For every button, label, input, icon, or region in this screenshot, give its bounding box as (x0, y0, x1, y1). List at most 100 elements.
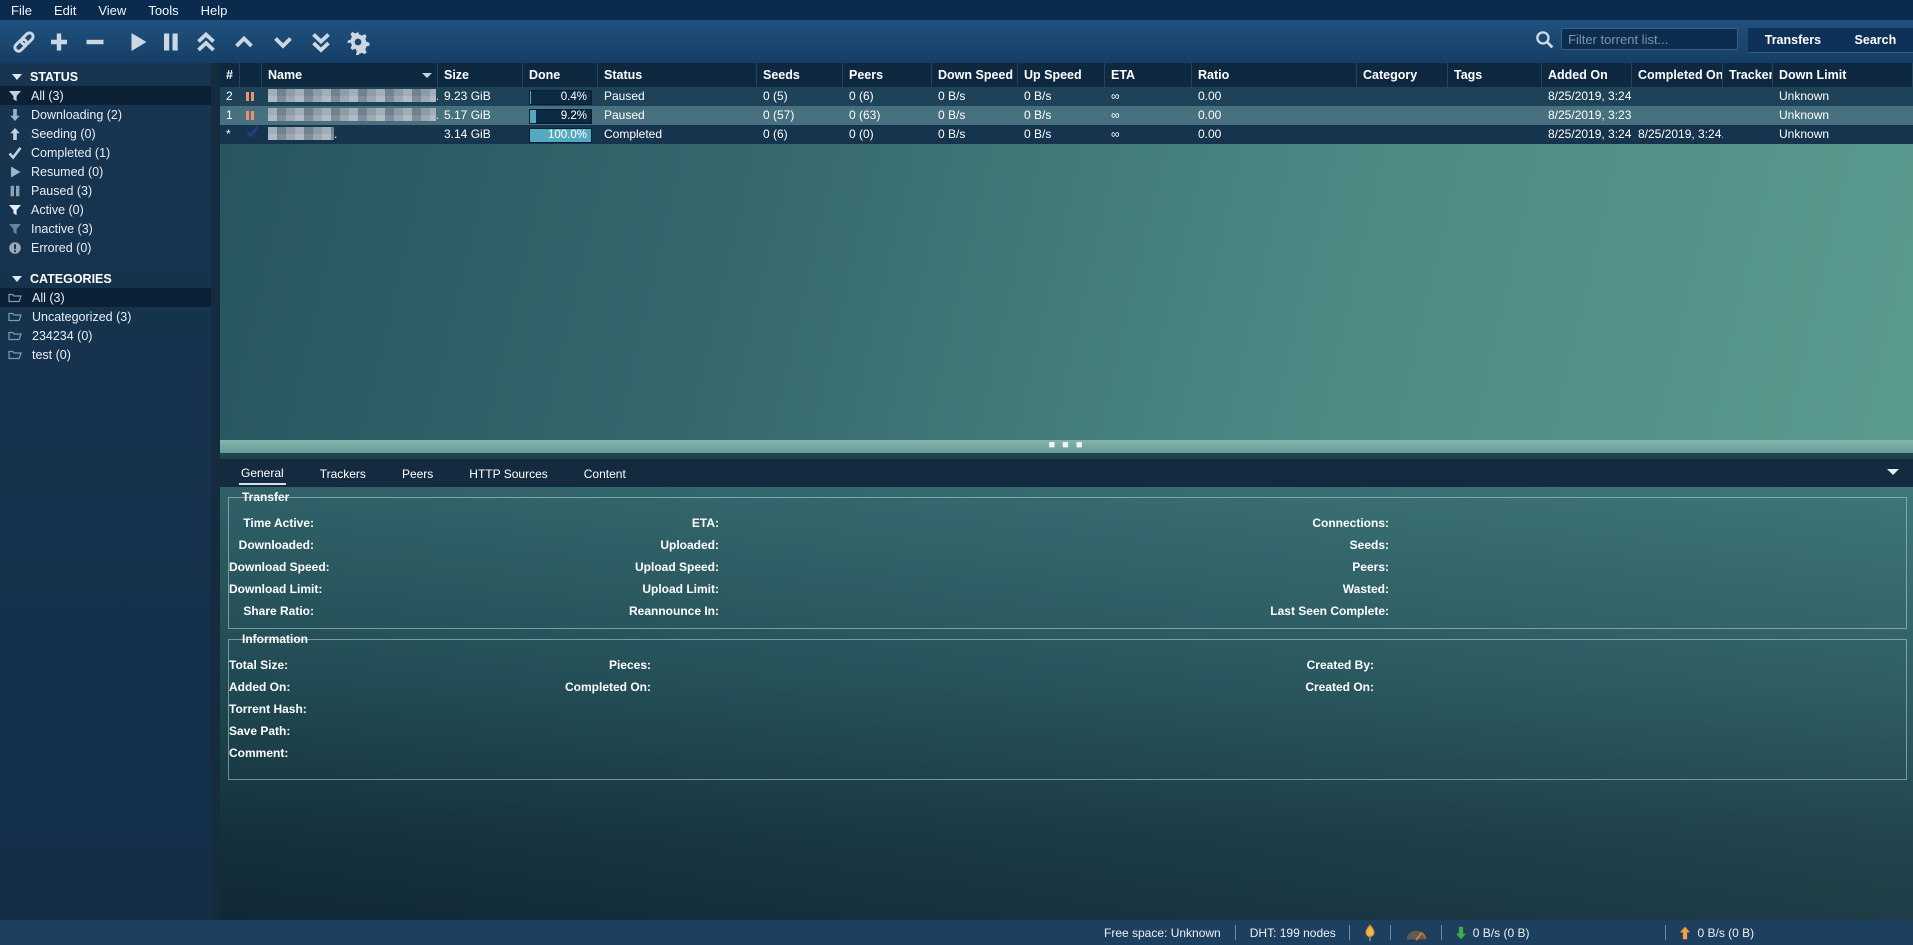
torrent-row[interactable]: 2.9.23 GiB0.4%Paused0 (5)0 (6)0 B/s0 B/s… (220, 87, 1913, 106)
sidebar-item-paused[interactable]: Paused (3) (0, 181, 211, 200)
sidebar-item-errored[interactable]: Errored (0) (0, 238, 211, 257)
menu-edit[interactable]: Edit (54, 3, 76, 18)
sidebar-item-downloading[interactable]: Downloading (2) (0, 105, 211, 124)
sidebar-item-inactive[interactable]: Inactive (3) (0, 219, 211, 238)
menu-file[interactable]: File (11, 3, 32, 18)
tab-transfers[interactable]: Transfers (1765, 33, 1821, 47)
cell-seeds: 0 (5) (757, 87, 843, 106)
resume-button[interactable] (124, 28, 152, 56)
filter-torrent-input[interactable] (1561, 28, 1738, 50)
column-header-Peers[interactable]: Peers (843, 63, 932, 87)
status-section-header[interactable]: STATUS (0, 67, 211, 86)
scrollbar-grip-icon: ■ ■ ■ (1048, 442, 1084, 448)
column-header-state[interactable] (240, 63, 262, 87)
menu-help[interactable]: Help (201, 3, 228, 18)
column-header-Down Limit[interactable]: Down Limit (1773, 63, 1913, 87)
sidebar-item-completed[interactable]: Completed (1) (0, 143, 211, 162)
column-header-Up Speed[interactable]: Up Speed (1018, 63, 1105, 87)
sidebar-item-resumed[interactable]: Resumed (0) (0, 162, 211, 181)
decrease-priority-button[interactable] (269, 28, 297, 56)
tab-trackers[interactable]: Trackers (318, 463, 368, 484)
transfer-group: Transfer Time Active: Downloaded: Downlo… (228, 497, 1907, 629)
column-header-Down Speed[interactable]: Down Speed (932, 63, 1018, 87)
cell-ratio: 0.00 (1192, 87, 1357, 106)
horizontal-scrollbar[interactable]: ■ ■ ■ (220, 440, 1913, 453)
progress-bar: 9.2% (529, 109, 592, 124)
cell-done: 9.2% (523, 106, 598, 125)
download-arrow-icon (1455, 926, 1467, 940)
cell-added_on: 8/25/2019, 3:23... (1542, 106, 1632, 125)
sidebar-category-test[interactable]: test (0) (0, 345, 211, 364)
column-header-Status[interactable]: Status (598, 63, 757, 87)
cell-completed_on: 8/25/2019, 3:24... (1632, 125, 1723, 144)
field-label: Uploaded: (519, 534, 719, 556)
field-label: Total Size: (229, 654, 287, 676)
separator (1235, 925, 1236, 940)
cell-tracker (1723, 87, 1773, 106)
column-header-Name[interactable]: Name (262, 63, 438, 87)
double-chevron-up-icon (194, 30, 218, 54)
increase-priority-button[interactable] (230, 28, 258, 56)
torrent-row[interactable]: 1.5.17 GiB9.2%Paused0 (57)0 (63)0 B/s0 B… (220, 106, 1913, 125)
column-header-Seeds[interactable]: Seeds (757, 63, 843, 87)
play-icon (126, 30, 150, 54)
column-header-#[interactable]: # (220, 63, 240, 87)
separator (1390, 925, 1391, 940)
delete-torrent-button[interactable] (81, 28, 109, 56)
column-header-Ratio[interactable]: Ratio (1192, 63, 1357, 87)
top-priority-button[interactable] (192, 28, 220, 56)
torrent-row[interactable]: *.3.14 GiB100.0%Completed0 (6)0 (0)0 B/s… (220, 125, 1913, 144)
add-torrent-button[interactable] (45, 28, 73, 56)
tab-search[interactable]: Search (1855, 33, 1897, 47)
field-label: Time Active: (229, 512, 314, 534)
menu-view[interactable]: View (98, 3, 126, 18)
options-button[interactable] (344, 28, 372, 56)
tab-bar-caret-icon[interactable] (1887, 469, 1899, 475)
field-label: Connections: (1189, 512, 1389, 534)
tab-peers[interactable]: Peers (400, 463, 435, 484)
tab-content[interactable]: Content (582, 463, 628, 484)
cell-peers: 0 (0) (843, 125, 932, 144)
tab-general[interactable]: General (239, 462, 286, 485)
column-header-Tracker[interactable]: Tracker (1723, 63, 1773, 87)
sidebar-category-uncategorized[interactable]: Uncategorized (3) (0, 307, 211, 326)
column-header-Completed On[interactable]: Completed On (1632, 63, 1723, 87)
column-header-ETA[interactable]: ETA (1105, 63, 1192, 87)
categories-section-header[interactable]: CATEGORIES (0, 269, 211, 288)
column-header-Category[interactable]: Category (1357, 63, 1448, 87)
menu-tools[interactable]: Tools (148, 3, 178, 18)
paused-icon (246, 89, 256, 103)
cell-tags (1448, 87, 1542, 106)
cell-added_on: 8/25/2019, 3:24... (1542, 87, 1632, 106)
upload-speed-status: 0 B/s (0 B) (1679, 926, 1754, 940)
column-header-Tags[interactable]: Tags (1448, 63, 1542, 87)
alt-speed-limits-toggle[interactable] (1404, 925, 1428, 941)
pause-button[interactable] (157, 28, 185, 56)
cell-peers: 0 (6) (843, 87, 932, 106)
folder-icon (8, 329, 23, 343)
double-chevron-down-icon (309, 30, 333, 54)
sidebar-item-seeding[interactable]: Seeding (0) (0, 124, 211, 143)
add-magnet-link-button[interactable] (10, 28, 38, 56)
sidebar-item-all[interactable]: All (3) (0, 86, 211, 105)
chevron-down-icon (271, 30, 295, 54)
cell-done: 100.0% (523, 125, 598, 144)
cell-status: Paused (598, 106, 757, 125)
torrent-table-body: 2.9.23 GiB0.4%Paused0 (5)0 (6)0 B/s0 B/s… (220, 87, 1913, 144)
sidebar-splitter[interactable] (211, 63, 220, 920)
cell-name: . (262, 87, 438, 106)
sidebar-item-active[interactable]: Active (0) (0, 200, 211, 219)
field-label: Upload Speed: (519, 556, 719, 578)
bottom-priority-button[interactable] (307, 28, 335, 56)
collapse-triangle-icon (12, 74, 22, 80)
sidebar-category-all[interactable]: All (3) (0, 288, 211, 307)
tab-http-sources[interactable]: HTTP Sources (467, 463, 549, 484)
cell-tracker (1723, 106, 1773, 125)
field-label: Created By: (1174, 654, 1374, 676)
qbittorrent-webui: File Edit View Tools Help (0, 0, 1913, 945)
column-header-Done[interactable]: Done (523, 63, 598, 87)
column-header-Size[interactable]: Size (438, 63, 523, 87)
sidebar-category-234234[interactable]: 234234 (0) (0, 326, 211, 345)
censored-torrent-name (268, 89, 436, 102)
column-header-Added On[interactable]: Added On (1542, 63, 1632, 87)
